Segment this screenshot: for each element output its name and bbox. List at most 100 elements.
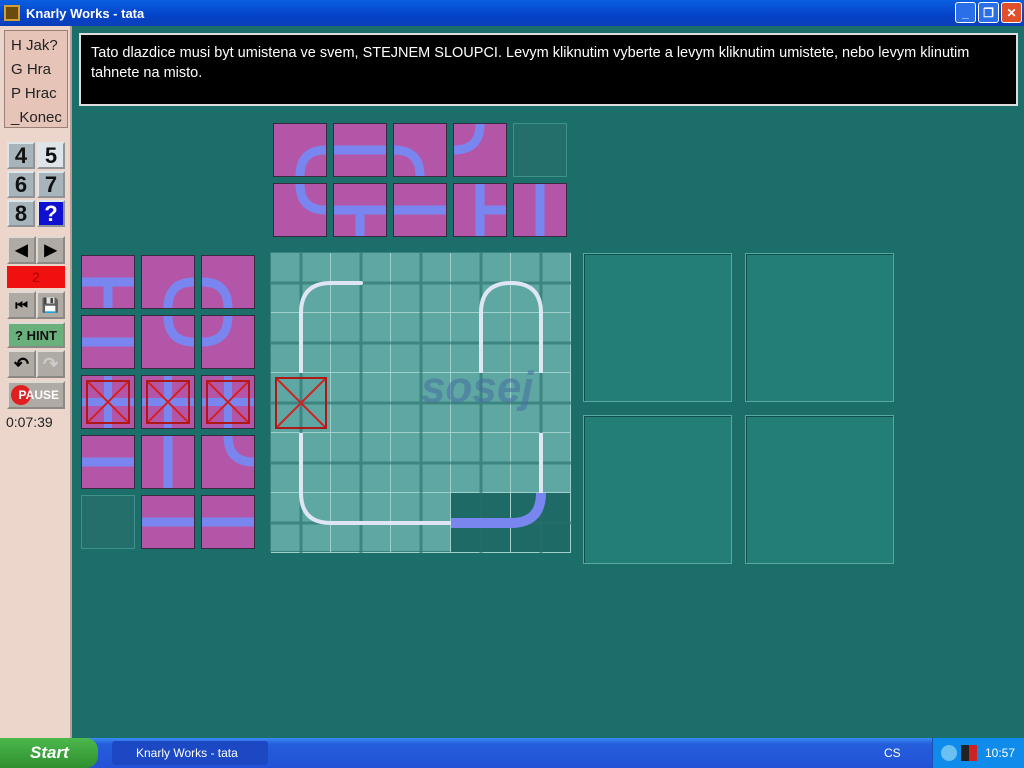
pipe-icon xyxy=(223,436,254,467)
board-cell[interactable] xyxy=(511,493,571,553)
undo-button[interactable]: ↶ xyxy=(7,350,36,378)
menu-game[interactable]: G Hra xyxy=(11,59,67,83)
save-button[interactable]: 💾 xyxy=(36,291,65,319)
pause-button[interactable]: PAUSE xyxy=(7,381,65,409)
top-tray-tile[interactable] xyxy=(333,123,387,177)
help-level-button[interactable]: ? xyxy=(37,200,65,227)
pipe-segment xyxy=(295,184,326,215)
board-cell[interactable] xyxy=(331,253,391,313)
left-tray-tile[interactable] xyxy=(201,315,255,369)
left-tray-tile[interactable] xyxy=(81,375,135,429)
level-4-button[interactable]: 4 xyxy=(7,142,35,169)
language-indicator[interactable]: CS xyxy=(884,746,901,760)
pipe-icon xyxy=(331,373,391,433)
redo-button[interactable]: ↷ xyxy=(36,350,65,378)
board-cell[interactable] xyxy=(511,433,571,493)
board-cell[interactable] xyxy=(391,493,451,553)
board-cell[interactable] xyxy=(271,373,331,433)
pipe-icon xyxy=(454,124,485,155)
top-tray-tile[interactable] xyxy=(513,183,567,237)
board-cell[interactable] xyxy=(271,433,331,493)
board-cell[interactable] xyxy=(451,493,511,553)
top-tray-tile[interactable] xyxy=(513,123,567,177)
tray-network-icon[interactable] xyxy=(941,745,957,761)
level-8-button[interactable]: 8 xyxy=(7,200,35,227)
minimize-button[interactable]: _ xyxy=(955,2,976,23)
pipe-segment xyxy=(451,433,511,493)
board-cell[interactable] xyxy=(271,253,331,313)
left-tray-tile[interactable] xyxy=(201,255,255,309)
left-tray-tile[interactable] xyxy=(141,495,195,549)
title-bar: Knarly Works - tata _ ❐ ✕ xyxy=(0,0,1024,26)
tray-app-icon[interactable] xyxy=(961,745,977,761)
close-button[interactable]: ✕ xyxy=(1001,2,1022,23)
pipe-icon xyxy=(202,517,254,527)
board-cell[interactable] xyxy=(391,253,451,313)
top-tray-tile[interactable] xyxy=(273,123,327,177)
pipe-segment xyxy=(475,184,506,236)
next-button[interactable]: ▶ xyxy=(36,236,65,264)
pipe-icon xyxy=(334,145,386,155)
left-tray-tile[interactable] xyxy=(141,435,195,489)
left-tray-tile[interactable] xyxy=(141,255,195,309)
left-tray-tile[interactable] xyxy=(81,315,135,369)
board-cell[interactable] xyxy=(271,493,331,553)
top-tray-tile[interactable] xyxy=(393,123,447,177)
board-cell[interactable] xyxy=(331,313,391,373)
pipe-segment xyxy=(299,493,331,525)
game-board[interactable]: sosej xyxy=(270,252,571,553)
pipe-icon xyxy=(451,433,511,493)
top-tray-tile[interactable] xyxy=(453,123,507,177)
left-tray-tile[interactable] xyxy=(201,435,255,489)
pipe-icon xyxy=(331,433,391,493)
blocked-x-icon xyxy=(275,377,327,429)
board-cell[interactable] xyxy=(511,253,571,313)
pipe-segment xyxy=(479,281,511,313)
maximize-button[interactable]: ❐ xyxy=(978,2,999,23)
board-cell[interactable] xyxy=(331,373,391,433)
blocked-x-icon xyxy=(206,380,250,424)
pipe-icon xyxy=(511,281,543,313)
taskbar-app-button[interactable]: Knarly Works - tata xyxy=(112,741,268,765)
left-tray-tile[interactable] xyxy=(81,255,135,309)
start-button[interactable]: Start xyxy=(0,738,98,768)
drop-panel-2[interactable] xyxy=(745,253,894,402)
drop-panel-1[interactable] xyxy=(583,253,732,402)
left-tray-tile[interactable] xyxy=(81,435,135,489)
left-tray-tile[interactable] xyxy=(141,315,195,369)
level-7-button[interactable]: 7 xyxy=(37,171,65,198)
level-5-button[interactable]: 5 xyxy=(37,142,65,169)
board-cell[interactable] xyxy=(451,433,511,493)
pipe-icon xyxy=(394,205,446,215)
top-tray-tile[interactable] xyxy=(453,183,507,237)
board-cell[interactable] xyxy=(391,433,451,493)
left-tray-tile[interactable] xyxy=(81,495,135,549)
drop-panel-4[interactable] xyxy=(745,415,894,564)
top-tray-tile[interactable] xyxy=(393,183,447,237)
prev-button[interactable]: ◀ xyxy=(7,236,36,264)
left-tray-tile[interactable] xyxy=(141,375,195,429)
board-cell[interactable] xyxy=(271,313,331,373)
pipe-icon xyxy=(299,281,331,313)
left-tray-tile[interactable] xyxy=(201,495,255,549)
puzzle-counter: 2 xyxy=(7,266,65,288)
pipe-icon xyxy=(394,145,425,176)
pipe-icon xyxy=(535,184,545,236)
top-tray-tile[interactable] xyxy=(273,183,327,237)
pipe-icon xyxy=(82,457,134,467)
menu-player[interactable]: P Hrac xyxy=(11,83,67,107)
rewind-button[interactable]: ⏮ xyxy=(7,291,36,319)
pipe-segment xyxy=(163,316,194,347)
left-tray-tile[interactable] xyxy=(201,375,255,429)
drop-panel-3[interactable] xyxy=(583,415,732,564)
watermark: sosej xyxy=(421,363,534,412)
menu-exit[interactable]: _Konec xyxy=(11,107,67,131)
board-cell[interactable] xyxy=(451,253,511,313)
board-cell[interactable] xyxy=(331,493,391,553)
pipe-segment xyxy=(295,145,326,176)
level-6-button[interactable]: 6 xyxy=(7,171,35,198)
hint-button[interactable]: ? HINT xyxy=(7,322,65,348)
menu-help[interactable]: H Jak? xyxy=(11,35,67,59)
board-cell[interactable] xyxy=(331,433,391,493)
top-tray-tile[interactable] xyxy=(333,183,387,237)
